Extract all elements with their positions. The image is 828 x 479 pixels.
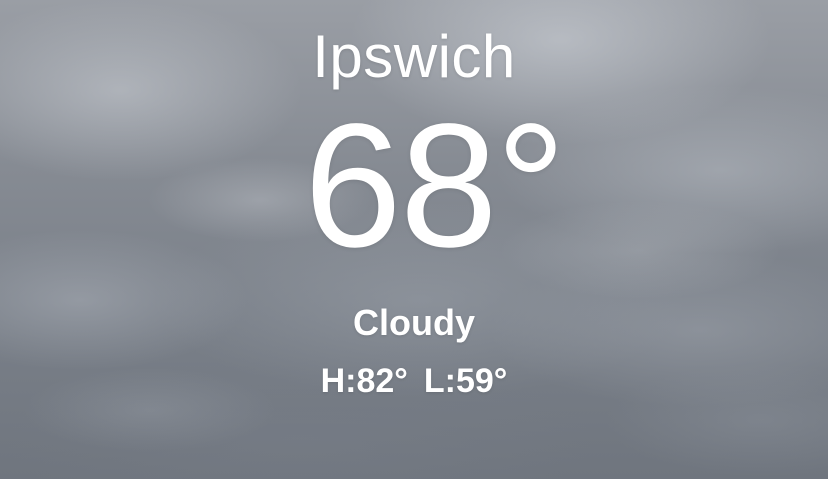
current-temperature: 68° — [303, 88, 566, 284]
weather-condition: Cloudy — [353, 302, 475, 343]
current-weather-header: Ipswich 68° Cloudy H:82° L:59° — [0, 0, 828, 479]
high-temperature: H:82° — [320, 362, 408, 400]
high-low-temperatures: H:82° L:59° — [0, 361, 828, 401]
low-temperature: L:59° — [423, 362, 508, 400]
city-name: Ipswich — [312, 23, 516, 90]
